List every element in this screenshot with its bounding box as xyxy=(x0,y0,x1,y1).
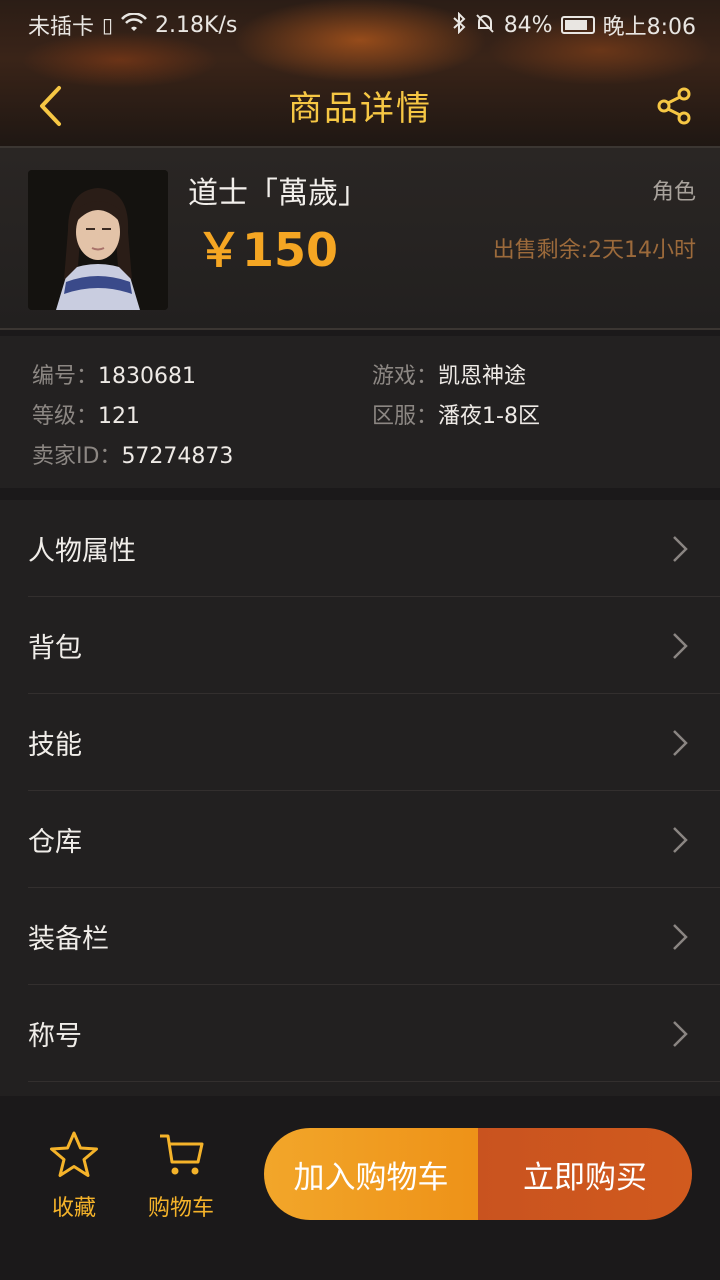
cart-label: 购物车 xyxy=(148,1196,215,1221)
navigation-bar: 商品详情 xyxy=(0,62,720,148)
battery-percent: 84% xyxy=(503,12,553,38)
info-level: 等级：121 xyxy=(32,398,140,430)
menu-item-warehouse[interactable]: 仓库 xyxy=(0,791,720,888)
character-avatar xyxy=(28,170,168,310)
add-to-cart-button[interactable]: 加入购物车 xyxy=(264,1128,478,1220)
product-price: ￥150 xyxy=(196,223,339,277)
back-button[interactable] xyxy=(30,84,70,128)
chevron-right-icon xyxy=(673,632,688,659)
share-button[interactable] xyxy=(654,84,694,128)
chevron-right-icon xyxy=(673,729,688,756)
menu-item-titles[interactable]: 称号 xyxy=(0,985,720,1082)
wifi-icon xyxy=(121,11,147,38)
menu-item-label: 人物属性 xyxy=(28,536,136,567)
menu-item-label: 技能 xyxy=(28,730,82,761)
chevron-left-icon xyxy=(40,86,61,126)
share-icon xyxy=(657,87,691,125)
info-game-label: 游戏： xyxy=(372,364,439,389)
menu-item-equipment[interactable]: 装备栏 xyxy=(0,888,720,985)
mute-bell-icon xyxy=(474,12,496,39)
page-title: 商品详情 xyxy=(288,88,432,129)
favorite-button[interactable]: 收藏 xyxy=(48,1130,100,1222)
menu-item-label: 仓库 xyxy=(28,827,82,858)
menu-item-attributes[interactable]: 人物属性 xyxy=(0,500,720,597)
product-info: 编号：1830681 游戏：凯恩神途 等级：121 区服：潘夜1-8区 卖家ID… xyxy=(0,336,720,488)
sale-time-remaining: 出售剩余:2天14小时 xyxy=(492,238,696,263)
info-server-value: 潘夜1-8区 xyxy=(438,404,540,429)
info-level-label: 等级： xyxy=(32,404,99,429)
cart-button[interactable]: 购物车 xyxy=(148,1130,214,1222)
product-type: 角色 xyxy=(651,180,696,205)
chevron-right-icon xyxy=(673,923,688,950)
info-seller-value: 57274873 xyxy=(121,444,234,469)
battery-icon xyxy=(560,16,595,34)
menu-item-backpack[interactable]: 背包 xyxy=(0,597,720,694)
info-game: 游戏：凯恩神途 xyxy=(372,358,526,390)
bottom-action-bar: 收藏 购物车 加入购物车 立即购买 xyxy=(0,1096,720,1280)
info-server: 区服：潘夜1-8区 xyxy=(372,398,540,430)
info-seller: 卖家ID：57274873 xyxy=(32,438,233,470)
chevron-right-icon xyxy=(673,1020,688,1047)
info-game-value: 凯恩神途 xyxy=(438,364,527,389)
favorite-label: 收藏 xyxy=(51,1196,96,1221)
chevron-right-icon xyxy=(673,826,688,853)
info-id-value: 1830681 xyxy=(98,364,196,389)
network-speed: 2.18K/s xyxy=(155,12,238,38)
star-icon xyxy=(50,1131,98,1177)
menu-item-skills[interactable]: 技能 xyxy=(0,694,720,791)
shopping-cart-icon xyxy=(160,1134,204,1175)
detail-menu: 人物属性 背包 技能 仓库 装备栏 称号 xyxy=(0,500,720,1096)
info-level-value: 121 xyxy=(98,404,141,429)
product-card: 道士「萬歲」 角色 ￥150 出售剩余:2天14小时 xyxy=(0,146,720,330)
info-id: 编号：1830681 xyxy=(32,358,196,390)
carrier-text: 未插卡 xyxy=(28,15,95,40)
info-server-label: 区服： xyxy=(372,404,439,429)
status-bar: 未插卡 ▯ 2.18K/s 84% 晚上8:06 xyxy=(0,0,720,50)
menu-item-label: 装备栏 xyxy=(28,924,109,955)
clock: 晚上8:06 xyxy=(602,15,696,40)
info-seller-label: 卖家ID： xyxy=(32,444,122,469)
menu-item-label: 背包 xyxy=(28,633,82,664)
sim-icon: ▯ xyxy=(102,13,114,37)
menu-item-label: 称号 xyxy=(28,1021,82,1052)
product-name: 道士「萬歲」 xyxy=(188,176,368,211)
chevron-right-icon xyxy=(673,535,688,562)
divider xyxy=(28,1081,720,1082)
info-id-label: 编号： xyxy=(32,364,99,389)
bluetooth-icon xyxy=(452,11,466,39)
buy-now-button[interactable]: 立即购买 xyxy=(478,1128,692,1220)
